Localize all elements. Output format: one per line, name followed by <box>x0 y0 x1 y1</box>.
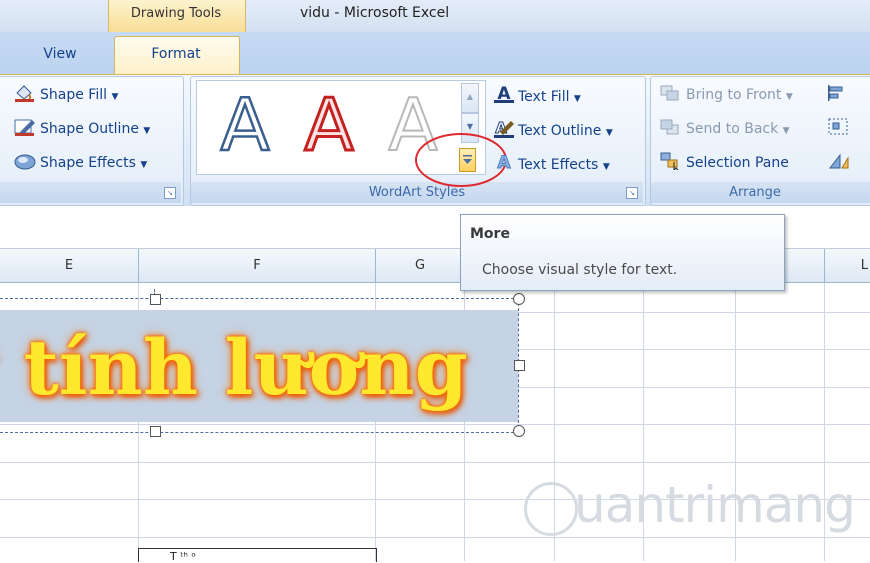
shape-fill-label: Shape Fill <box>40 87 107 103</box>
align-icon <box>828 85 843 101</box>
column-header-f[interactable]: F <box>139 249 376 282</box>
shape-outline-button[interactable]: Shape Outline ▼ <box>14 118 150 140</box>
tab-view[interactable]: View <box>20 46 100 62</box>
group-objects-icon <box>828 118 848 135</box>
shape-effects-icon <box>14 152 36 174</box>
chevron-down-icon: ▼ <box>466 122 474 131</box>
column-header[interactable]: L <box>825 249 870 282</box>
text-effects-label: Text Effects <box>518 157 599 173</box>
dialog-launcher-icon[interactable]: ↘ <box>164 187 176 199</box>
align-button[interactable] <box>826 84 848 106</box>
dropdown-arrow-icon: ▼ <box>111 92 119 102</box>
rotate-button[interactable] <box>828 152 850 174</box>
shape-styles-label-bar <box>0 182 181 203</box>
bring-to-front-label: Bring to Front <box>686 87 782 103</box>
gallery-letter-a: A <box>304 90 353 160</box>
shape-outline-label: Shape Outline <box>40 121 139 137</box>
wordart-style-outline-red[interactable]: A <box>291 85 367 165</box>
column-header-g[interactable]: G <box>376 249 465 282</box>
text-fill-icon: A <box>494 84 514 108</box>
selection-pane-icon <box>660 152 682 174</box>
text-effects-icon: A <box>494 152 514 176</box>
tab-format-label: Format <box>151 46 201 62</box>
tooltip-title: More <box>470 226 510 242</box>
document-title: vidu - Microsoft Excel <box>300 5 450 21</box>
tooltip-description: Choose visual style for text. <box>482 262 678 278</box>
shape-fill-button[interactable]: Shape Fill ▼ <box>14 84 118 106</box>
shape-effects-label: Shape Effects <box>40 155 136 171</box>
dialog-launcher-icon[interactable]: ↘ <box>626 187 638 199</box>
resize-handle-top[interactable] <box>150 294 161 305</box>
wordart-textbox[interactable] <box>0 298 519 433</box>
bottom-cell-text: Τ ᵗʰ ᵒ <box>170 550 196 563</box>
chevron-up-icon: ▲ <box>466 92 474 101</box>
dropdown-arrow-icon: ▼ <box>782 126 790 136</box>
text-effects-button[interactable]: A Text Effects ▼ <box>494 152 610 176</box>
dropdown-arrow-icon: ▼ <box>573 94 581 104</box>
resize-handle-top-right[interactable] <box>513 293 525 305</box>
resize-handle-bottom[interactable] <box>150 426 161 437</box>
drawing-tools-label: Drawing Tools <box>130 6 222 21</box>
wordart-styles-label: WordArt Styles <box>191 182 643 203</box>
resize-handle-bottom-right[interactable] <box>513 425 525 437</box>
send-to-back-label: Send to Back <box>686 121 779 137</box>
dropdown-arrow-icon: ▼ <box>140 160 148 170</box>
text-outline-icon: A <box>494 118 514 142</box>
watermark-text: uantrimang <box>574 476 856 534</box>
bring-to-front-button[interactable]: Bring to Front ▼ <box>660 84 793 106</box>
dropdown-arrow-icon: ▼ <box>143 126 151 136</box>
wordart-style-outline-blue[interactable]: A <box>207 85 283 165</box>
text-fill-label: Text Fill <box>518 89 570 105</box>
dropdown-arrow-icon: ▼ <box>602 162 610 172</box>
dropdown-arrow-icon: ▼ <box>785 92 793 102</box>
gallery-scroll-up-button[interactable]: ▲ <box>461 83 479 113</box>
svg-text:A: A <box>497 153 511 172</box>
paint-bucket-icon <box>14 84 36 106</box>
send-to-back-icon <box>660 118 682 140</box>
selection-pane-label: Selection Pane <box>686 155 789 171</box>
send-to-back-button[interactable]: Send to Back ▼ <box>660 118 790 140</box>
watermark-logo-icon <box>524 482 578 536</box>
arrange-label-bar: Arrange <box>651 182 870 203</box>
arrange-label: Arrange <box>729 185 781 200</box>
pencil-outline-icon <box>14 118 36 140</box>
column-header-e[interactable]: E <box>0 249 139 282</box>
resize-handle-right[interactable] <box>514 360 525 371</box>
shape-effects-button[interactable]: Shape Effects ▼ <box>14 152 147 174</box>
rotate-icon <box>828 153 849 169</box>
selection-pane-button[interactable]: Selection Pane <box>660 152 789 174</box>
text-outline-label: Text Outline <box>518 123 602 139</box>
dropdown-arrow-icon: ▼ <box>605 128 613 138</box>
bring-to-front-icon <box>660 84 682 106</box>
group-button[interactable] <box>828 118 850 140</box>
text-outline-button[interactable]: A Text Outline ▼ <box>494 118 613 142</box>
gallery-letter-a: A <box>220 90 269 160</box>
text-fill-button[interactable]: A Text Fill ▼ <box>494 84 581 108</box>
